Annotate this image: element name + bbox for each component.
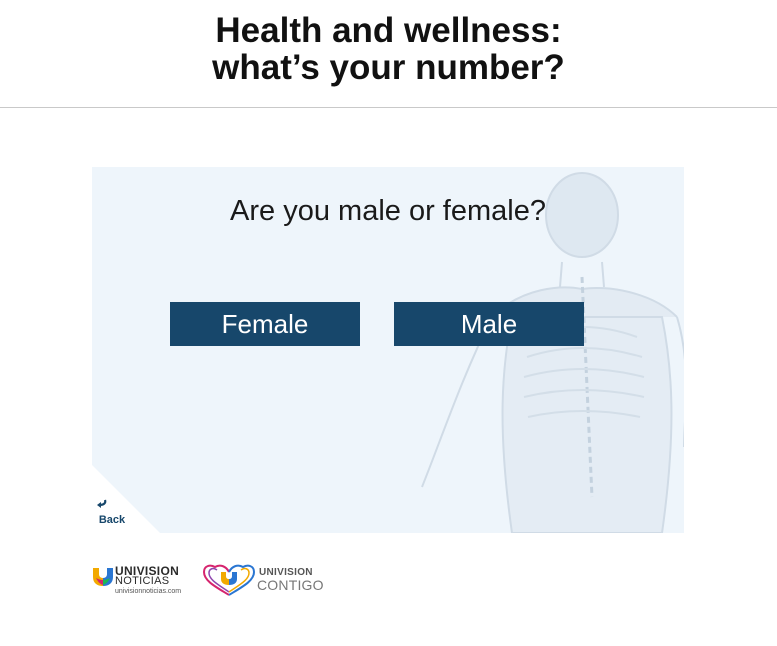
title-line-2: what’s your number? [212,48,565,87]
page-title: Health and wellness: what’s your number? [0,12,777,86]
noticias-product: NOTICIAS [115,575,170,587]
page-header: Health and wellness: what’s your number? [0,0,777,108]
contigo-product: CONTIGO [257,577,324,593]
back-button[interactable]: Back [94,497,130,533]
question-text: Are you male or female? [230,195,546,227]
noticias-url: univisionnoticias.com [115,588,182,595]
female-button[interactable]: Female [170,302,360,346]
back-label: Back [98,514,126,526]
univision-contigo-logo[interactable]: UNIVISION CONTIGO [202,562,326,598]
male-button[interactable]: Male [394,302,584,346]
footer-logos: UNIVISION NOTICIAS univisionnoticias.com… [92,562,332,602]
contigo-heart-icon [202,564,256,596]
quiz-panel: Are you male or female? Female Male Back [92,167,684,533]
title-line-1: Health and wellness: [215,11,562,50]
univision-noticias-logo[interactable]: UNIVISION NOTICIAS univisionnoticias.com [92,562,196,598]
univision-u-icon [93,568,113,586]
back-arrow-icon [97,499,107,508]
